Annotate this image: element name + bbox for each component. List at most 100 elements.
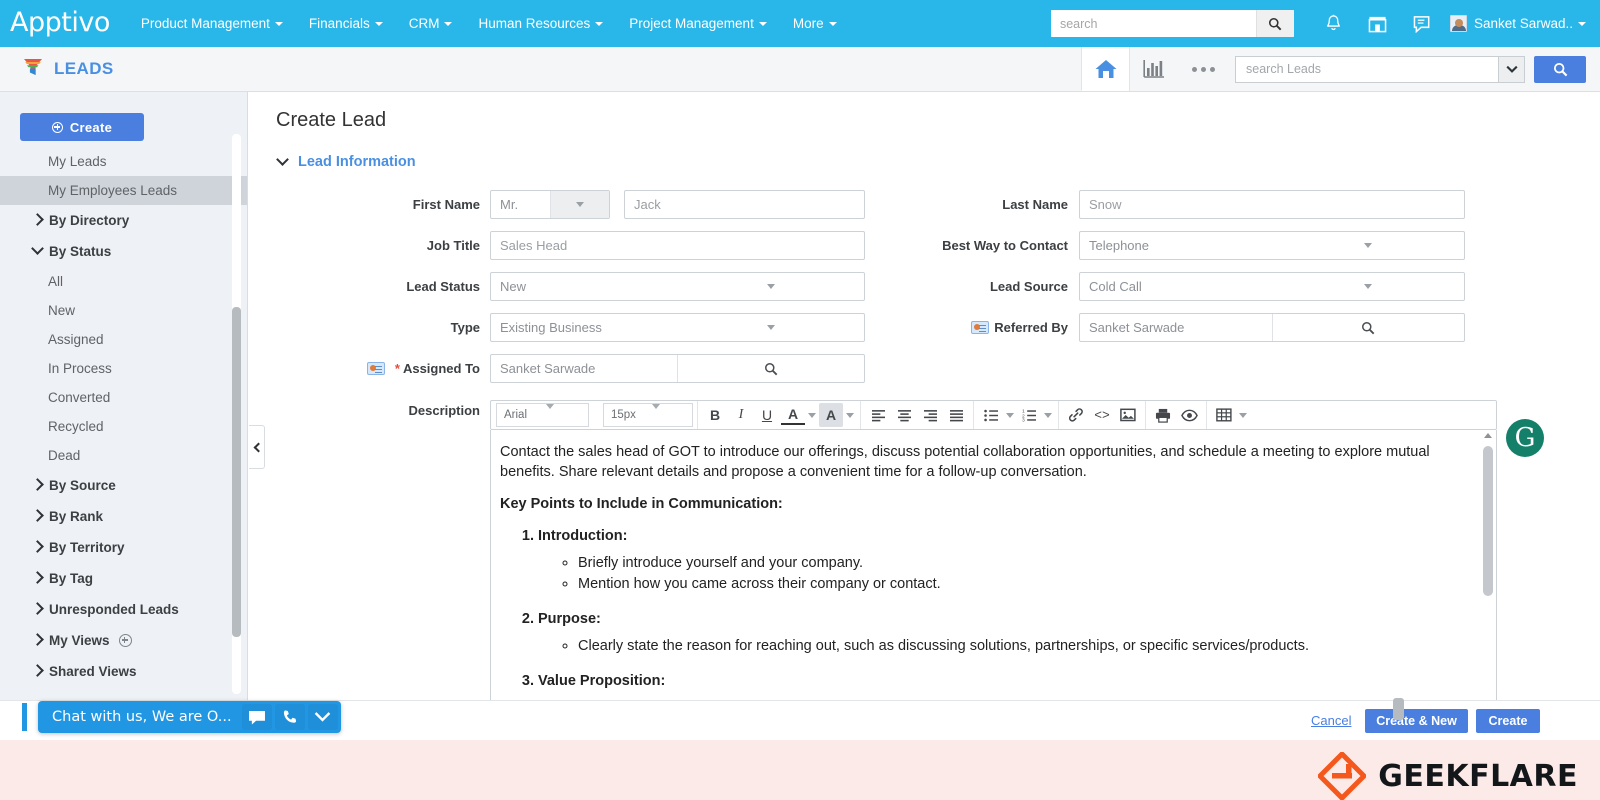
align-left-icon[interactable] (866, 403, 890, 427)
chat-call-button[interactable] (274, 704, 305, 730)
module-reports-tab[interactable] (1129, 47, 1177, 91)
bold-icon[interactable]: B (703, 403, 727, 427)
menu-more[interactable]: More (780, 10, 850, 37)
cancel-button[interactable]: Cancel (1311, 713, 1351, 728)
table-dropdown-icon[interactable] (1237, 412, 1249, 418)
align-center-icon[interactable] (892, 403, 916, 427)
sidebar-item-label: My Employees Leads (48, 183, 178, 198)
chat-open-button[interactable] (241, 704, 272, 730)
print-icon[interactable] (1151, 403, 1175, 427)
sidebar-item-recycled[interactable]: Recycled (0, 412, 247, 441)
highlight-color-icon[interactable]: A (819, 403, 843, 427)
leads-search-input[interactable] (1235, 55, 1498, 83)
sidebar-item-dead[interactable]: Dead (0, 441, 247, 470)
toolbar-divider (1145, 401, 1146, 429)
create-and-new-button[interactable]: Create & New (1365, 709, 1468, 733)
user-menu[interactable]: Sanket Sarwad.. (1449, 15, 1586, 32)
editor-scrollbar-thumb[interactable] (1483, 446, 1493, 596)
sidebar-item-all[interactable]: All (0, 267, 247, 296)
sidebar-collapse-handle[interactable] (249, 425, 265, 469)
code-icon[interactable]: <> (1090, 403, 1114, 427)
create-button[interactable]: Create (20, 113, 144, 141)
underline-icon[interactable]: U (755, 403, 779, 427)
table-icon[interactable] (1212, 403, 1236, 427)
menu-project-management[interactable]: Project Management (616, 10, 780, 37)
add-view-icon[interactable] (118, 634, 132, 647)
sidebar-group-by-source[interactable]: By Source (0, 470, 247, 501)
sidebar-item-assigned[interactable]: Assigned (0, 325, 247, 354)
referred-by-search-button[interactable] (1271, 314, 1465, 341)
italic-icon[interactable]: I (729, 403, 753, 427)
sidebar-item-in-process[interactable]: In Process (0, 354, 247, 383)
page-title: Create Lead (276, 109, 387, 131)
global-search-input[interactable] (1050, 10, 1256, 37)
align-justify-icon[interactable] (944, 403, 968, 427)
sidebar-item-converted[interactable]: Converted (0, 383, 247, 412)
bulleted-list-dropdown-icon[interactable] (1004, 412, 1016, 418)
notifications-button[interactable] (1325, 14, 1342, 33)
image-icon[interactable] (1116, 403, 1140, 427)
menu-human-resources[interactable]: Human Resources (465, 10, 616, 37)
toolbar-divider (697, 401, 698, 429)
sidebar-group-unresponded-leads[interactable]: Unresponded Leads (0, 594, 247, 625)
apptivo-logo[interactable]: Apptivo (10, 7, 110, 38)
job-title-input[interactable]: Sales Head (490, 231, 865, 260)
chat-collapse-button[interactable] (307, 704, 338, 730)
text-color-icon[interactable]: A (781, 405, 805, 425)
menu-label: Financials (308, 16, 370, 31)
leads-search-button[interactable] (1534, 55, 1586, 83)
bulleted-list-icon[interactable] (979, 403, 1003, 427)
last-name-input[interactable]: Snow (1079, 190, 1465, 219)
sidebar-group-by-directory[interactable]: By Directory (0, 205, 247, 236)
numbered-list-dropdown-icon[interactable] (1042, 412, 1054, 418)
description-text-area[interactable]: Contact the sales head of GOT to introdu… (490, 430, 1497, 700)
sidebar-group-by-tag[interactable]: By Tag (0, 563, 247, 594)
page-scrollbar-thumb[interactable] (1393, 698, 1404, 720)
menu-financials[interactable]: Financials (296, 10, 396, 37)
sidebar-group-by-rank[interactable]: By Rank (0, 501, 247, 532)
lead-information-section-header[interactable]: Lead Information (276, 152, 1600, 170)
sidebar-item-my-employees-leads[interactable]: My Employees Leads (0, 176, 247, 205)
align-right-icon[interactable] (918, 403, 942, 427)
sidebar-group-my-views[interactable]: My Views (0, 625, 247, 656)
type-select[interactable]: Existing Business (490, 313, 865, 342)
chat-widget[interactable]: Chat with us, We are O... (38, 701, 341, 733)
assigned-to-lookup[interactable]: Sanket Sarwade (490, 354, 865, 383)
required-indicator: * (394, 361, 400, 376)
module-bar: LEADS (0, 47, 1600, 92)
form-row-type: Type Existing Business Referred By Sanke… (265, 307, 1600, 348)
highlight-color-dropdown-icon[interactable] (844, 412, 856, 418)
module-home-tab[interactable] (1081, 47, 1129, 91)
numbered-list-icon[interactable]: 123 (1017, 403, 1041, 427)
sidebar-group-by-territory[interactable]: By Territory (0, 532, 247, 563)
global-search-button[interactable] (1255, 10, 1294, 37)
sidebar-item-my-leads[interactable]: My Leads (0, 147, 247, 176)
feedback-button[interactable] (1413, 15, 1433, 33)
grammarly-icon[interactable]: G (1506, 419, 1544, 457)
referred-by-lookup[interactable]: Sanket Sarwade (1079, 313, 1465, 342)
text-color-dropdown-icon[interactable] (806, 412, 818, 418)
preview-icon[interactable] (1177, 403, 1201, 427)
menu-product-management[interactable]: Product Management (128, 10, 296, 37)
editor-scroll-up-arrow[interactable] (1484, 433, 1492, 438)
sidebar-item-new[interactable]: New (0, 296, 247, 325)
module-more-button[interactable] (1177, 47, 1229, 91)
font-family-select[interactable]: Arial (496, 403, 589, 427)
description-editor: Arial 15px B I U A A 1 2 3 <> Contact th… (490, 400, 1497, 700)
salutation-select[interactable]: Mr. (490, 190, 610, 219)
font-size-select[interactable]: 15px (603, 403, 693, 427)
best-way-to-contact-select[interactable]: Telephone (1079, 231, 1465, 260)
first-name-input[interactable]: Jack (624, 190, 865, 219)
menu-crm[interactable]: CRM (396, 10, 466, 37)
apps-store-button[interactable] (1368, 15, 1387, 33)
sidebar-scrollbar-thumb[interactable] (232, 307, 241, 637)
leads-search-dropdown[interactable] (1498, 55, 1525, 83)
assigned-to-search-button[interactable] (677, 355, 864, 382)
lead-source-select[interactable]: Cold Call (1079, 272, 1465, 301)
lead-status-select[interactable]: New (490, 272, 865, 301)
sidebar-group-by-status[interactable]: By Status (0, 236, 247, 267)
search-icon (765, 362, 778, 375)
sidebar-group-shared-views[interactable]: Shared Views (0, 656, 247, 687)
link-icon[interactable] (1064, 403, 1088, 427)
create-button-footer[interactable]: Create (1476, 709, 1540, 733)
